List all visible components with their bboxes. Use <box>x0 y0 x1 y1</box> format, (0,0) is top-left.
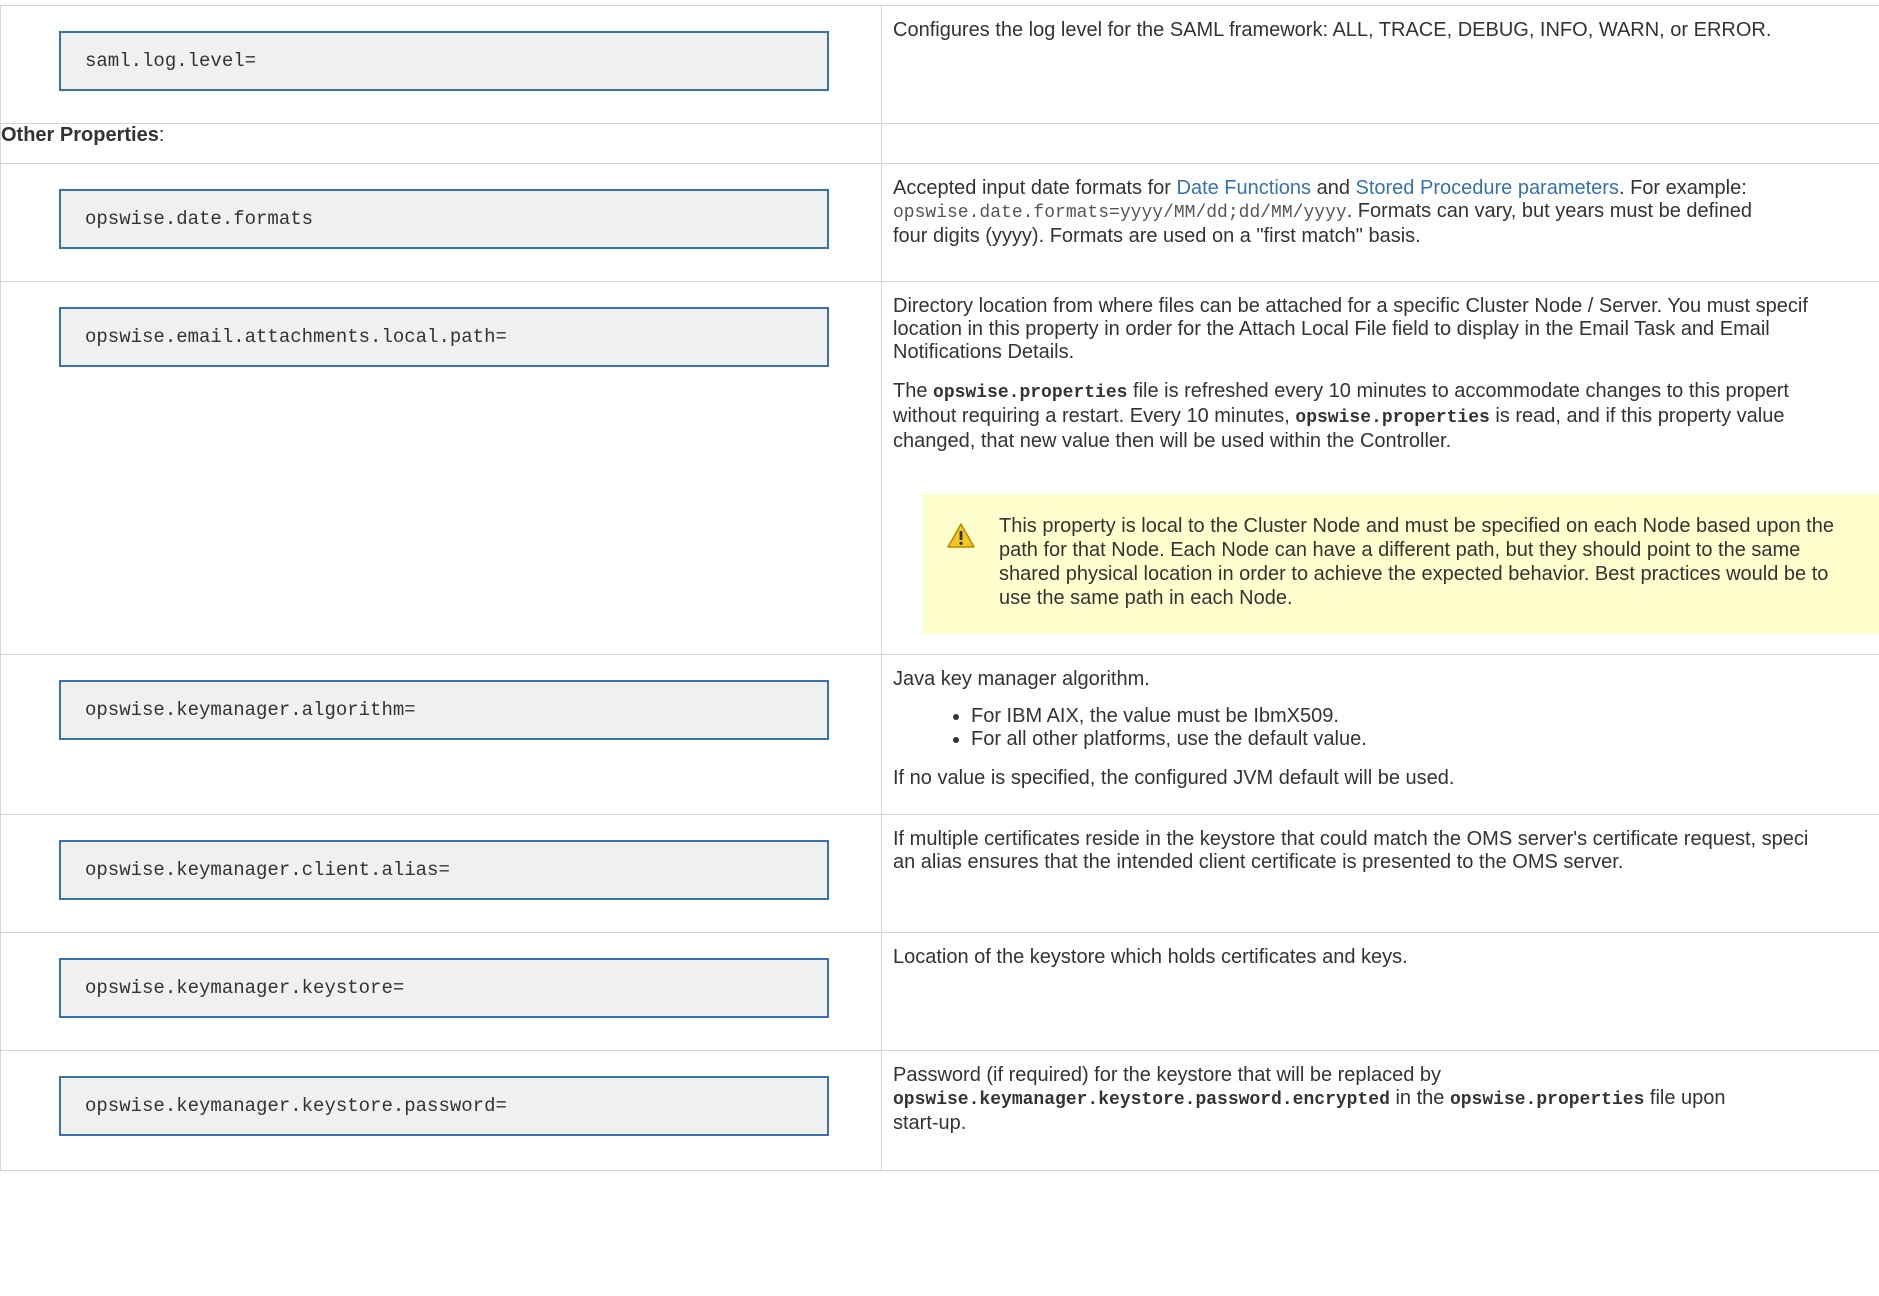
inline-code: opswise.properties <box>1449 1090 1645 1110</box>
table-row: opswise.keymanager.algorithm= Java key m… <box>0 654 1879 815</box>
desc-text: an alias ensures that the intended clien… <box>893 851 1624 873</box>
code-block: opswise.date.formats <box>59 189 829 249</box>
list-item: For IBM AIX, the value must be IbmX509. <box>971 705 1879 728</box>
property-desc-cell: Password (if required) for the keystore … <box>881 1050 1879 1171</box>
code-block: saml.log.level= <box>59 31 829 91</box>
property-key-cell: saml.log.level= <box>0 5 882 124</box>
desc-text: changed, that new value then will be use… <box>893 430 1452 452</box>
property-name: opswise.keymanager.keystore= <box>85 977 405 999</box>
desc-text: start-up. <box>893 1112 967 1134</box>
property-name: opswise.email.attachments.local.path= <box>85 326 507 348</box>
property-name: opswise.date.formats <box>85 208 314 230</box>
property-desc-cell: If multiple certificates reside in the k… <box>881 814 1879 933</box>
inline-code: opswise.properties <box>1295 408 1490 428</box>
property-key-cell: opswise.keymanager.client.alias= <box>0 814 882 933</box>
property-name: opswise.keymanager.keystore.password= <box>85 1095 507 1117</box>
property-name: opswise.keymanager.algorithm= <box>85 699 416 721</box>
desc-text: Location of the keystore which holds cer… <box>893 946 1408 968</box>
table-row: opswise.keymanager.keystore.password= Pa… <box>0 1050 1879 1171</box>
bullet-list: For IBM AIX, the value must be IbmX509. … <box>893 705 1879 751</box>
table-row: opswise.keymanager.client.alias= If mult… <box>0 814 1879 933</box>
property-desc-cell: Directory location from where files can … <box>881 281 1879 655</box>
property-name: saml.log.level= <box>85 50 257 72</box>
desc-text: . For example: <box>1618 177 1747 199</box>
code-block: opswise.keymanager.keystore= <box>59 958 829 1018</box>
desc-text: Accepted input date formats for <box>893 177 1177 199</box>
properties-table: saml.log.level= Configures the log level… <box>0 5 1879 1171</box>
section-colon: : <box>158 124 165 147</box>
desc-text: If multiple certificates reside in the k… <box>893 828 1809 850</box>
desc-text: If no value is specified, the configured… <box>893 767 1455 789</box>
document-page: saml.log.level= Configures the log level… <box>0 0 1879 1296</box>
warning-panel: This property is local to the Cluster No… <box>923 494 1879 634</box>
empty-cell <box>881 123 1879 164</box>
desc-text: Password (if required) for the keystore … <box>893 1064 1442 1086</box>
property-key-cell: opswise.keymanager.keystore= <box>0 932 882 1051</box>
warning-icon <box>923 514 999 610</box>
property-desc-cell: Accepted input date formats for Date Fun… <box>881 163 1879 282</box>
property-desc-cell: Location of the keystore which holds cer… <box>881 932 1879 1051</box>
table-row: opswise.date.formats Accepted input date… <box>0 163 1879 282</box>
table-row: opswise.email.attachments.local.path= Di… <box>0 281 1879 655</box>
property-key-cell: opswise.date.formats <box>0 163 882 282</box>
desc-text: file is refreshed every 10 minutes to ac… <box>1127 380 1789 402</box>
code-block: opswise.keymanager.keystore.password= <box>59 1076 829 1136</box>
desc-text: . Formats can vary, but years must be de… <box>1346 200 1753 222</box>
date-functions-link[interactable]: Date Functions <box>1177 177 1312 199</box>
property-key-cell: opswise.keymanager.algorithm= <box>0 654 882 815</box>
inline-code: opswise.date.formats=yyyy/MM/dd;dd/MM/yy… <box>893 203 1347 223</box>
desc-text: and <box>1311 177 1356 199</box>
property-name: opswise.keymanager.client.alias= <box>85 859 450 881</box>
desc-text: is read, and if this property value <box>1489 405 1785 427</box>
stored-procedure-parameters-link[interactable]: Stored Procedure parameters <box>1356 177 1619 199</box>
desc-text: Directory location from where files can … <box>893 295 1808 317</box>
code-block: opswise.keymanager.client.alias= <box>59 840 829 900</box>
desc-text: Notifications Details. <box>893 341 1075 363</box>
list-item: For all other platforms, use the default… <box>971 728 1879 751</box>
code-block: opswise.keymanager.algorithm= <box>59 680 829 740</box>
table-row: saml.log.level= Configures the log level… <box>0 5 1879 124</box>
code-block: opswise.email.attachments.local.path= <box>59 307 829 367</box>
section-title: Other Properties <box>1 124 159 147</box>
desc-text: location in this property in order for t… <box>893 318 1770 340</box>
property-key-cell: opswise.keymanager.keystore.password= <box>0 1050 882 1171</box>
desc-text: four digits (yyyy). Formats are used on … <box>893 225 1421 247</box>
section-header-cell: Other Properties: <box>0 123 882 164</box>
inline-code: opswise.properties <box>933 383 1128 403</box>
property-key-cell: opswise.email.attachments.local.path= <box>0 281 882 655</box>
warning-text: This property is local to the Cluster No… <box>999 515 1834 609</box>
inline-code: opswise.keymanager.keystore.password.enc… <box>893 1090 1390 1110</box>
property-desc-cell: Java key manager algorithm. For IBM AIX,… <box>881 654 1879 815</box>
desc-text: The <box>893 380 934 402</box>
desc-text: file upon <box>1644 1087 1726 1109</box>
table-row: opswise.keymanager.keystore= Location of… <box>0 932 1879 1051</box>
desc-text: without requiring a restart. Every 10 mi… <box>893 405 1296 427</box>
table-row: Other Properties: <box>0 123 1879 164</box>
desc-text: in the <box>1389 1087 1450 1109</box>
property-description: Configures the log level for the SAML fr… <box>893 19 1772 41</box>
property-desc-cell: Configures the log level for the SAML fr… <box>881 5 1879 124</box>
desc-text: Java key manager algorithm. <box>893 668 1150 690</box>
